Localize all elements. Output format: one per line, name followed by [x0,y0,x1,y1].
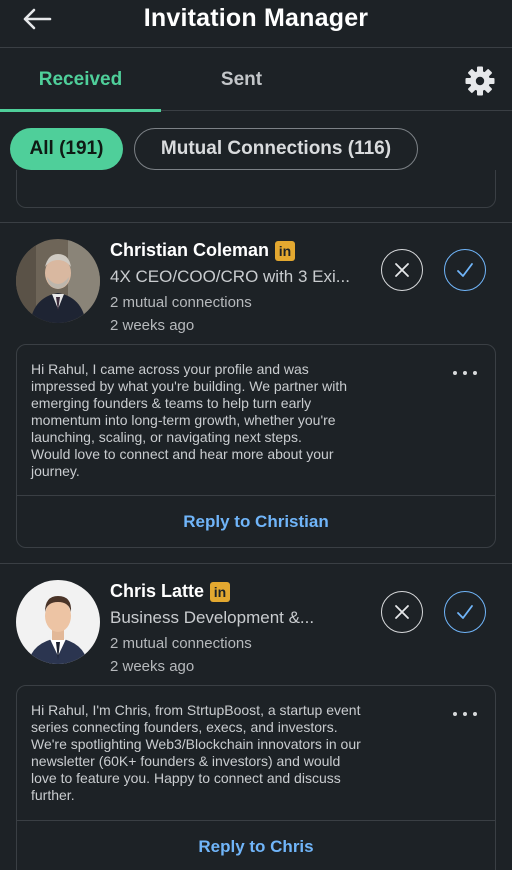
more-dot-icon [463,712,467,716]
more-options-button[interactable] [453,367,477,379]
filter-mutual-chip[interactable]: Mutual Connections (116) [134,128,418,170]
close-icon [395,263,409,277]
reply-button[interactable]: Reply to Chris [17,821,495,870]
accept-button[interactable] [444,591,486,633]
invitation-message-box: Hi Rahul, I'm Chris, from StrtupBoost, a… [16,685,496,870]
invitee-name[interactable]: Chris Latte [110,581,204,602]
invitation-time: 2 weeks ago [110,658,195,675]
invitation-message: Hi Rahul, I'm Chris, from StrtupBoost, a… [31,702,361,803]
mutual-connections[interactable]: 2 mutual connections [110,294,252,311]
checkmark-icon [457,263,473,277]
checkmark-icon [457,605,473,619]
more-options-button[interactable] [453,708,477,720]
invitation-message-box: Hi Rahul, I came across your profile and… [16,344,496,548]
tab-bar: Received Sent [0,49,512,112]
ignore-button[interactable] [381,249,423,291]
invitee-name-row: Christian Coleman in [110,240,296,261]
accept-button[interactable] [444,249,486,291]
top-bar: Invitation Manager [0,0,512,48]
invitee-headline: Business Development &... [110,608,315,627]
filter-all-chip[interactable]: All (191) [10,128,123,170]
profile-photo [16,239,100,323]
invitee-headline: 4X CEO/COO/CRO with 3 Exi... [110,267,350,286]
mutual-connections[interactable]: 2 mutual connections [110,635,252,652]
tab-received-label: Received [38,68,123,90]
avatar[interactable] [16,580,100,664]
more-dot-icon [453,712,457,716]
avatar[interactable] [16,239,100,323]
invitation-card: Chris Latte in Business Development &...… [0,564,512,870]
linkedin-badge-icon: in [210,581,231,602]
invitation-time: 2 weeks ago [110,317,195,334]
tab-received[interactable]: Received [0,49,161,112]
invitee-name-row: Chris Latte in [110,581,231,602]
close-icon [395,605,409,619]
ignore-button[interactable] [381,591,423,633]
more-dot-icon [473,371,477,375]
more-dot-icon [473,712,477,716]
invitation-message: Hi Rahul, I came across your profile and… [31,361,348,479]
invitation-card: Christian Coleman in 4X CEO/COO/CRO with… [0,223,512,563]
more-dot-icon [463,371,467,375]
invitee-name[interactable]: Christian Coleman [110,240,269,261]
page-title: Invitation Manager [143,4,369,32]
settings-button[interactable] [464,65,496,97]
profile-photo [16,580,100,664]
linkedin-badge-icon: in [275,240,296,261]
tab-sent[interactable]: Sent [161,49,322,110]
gear-icon [465,66,495,96]
more-dot-icon [453,371,457,375]
tab-sent-label: Sent [220,68,263,90]
previous-message-box [16,170,496,208]
reply-button[interactable]: Reply to Christian [17,496,495,548]
